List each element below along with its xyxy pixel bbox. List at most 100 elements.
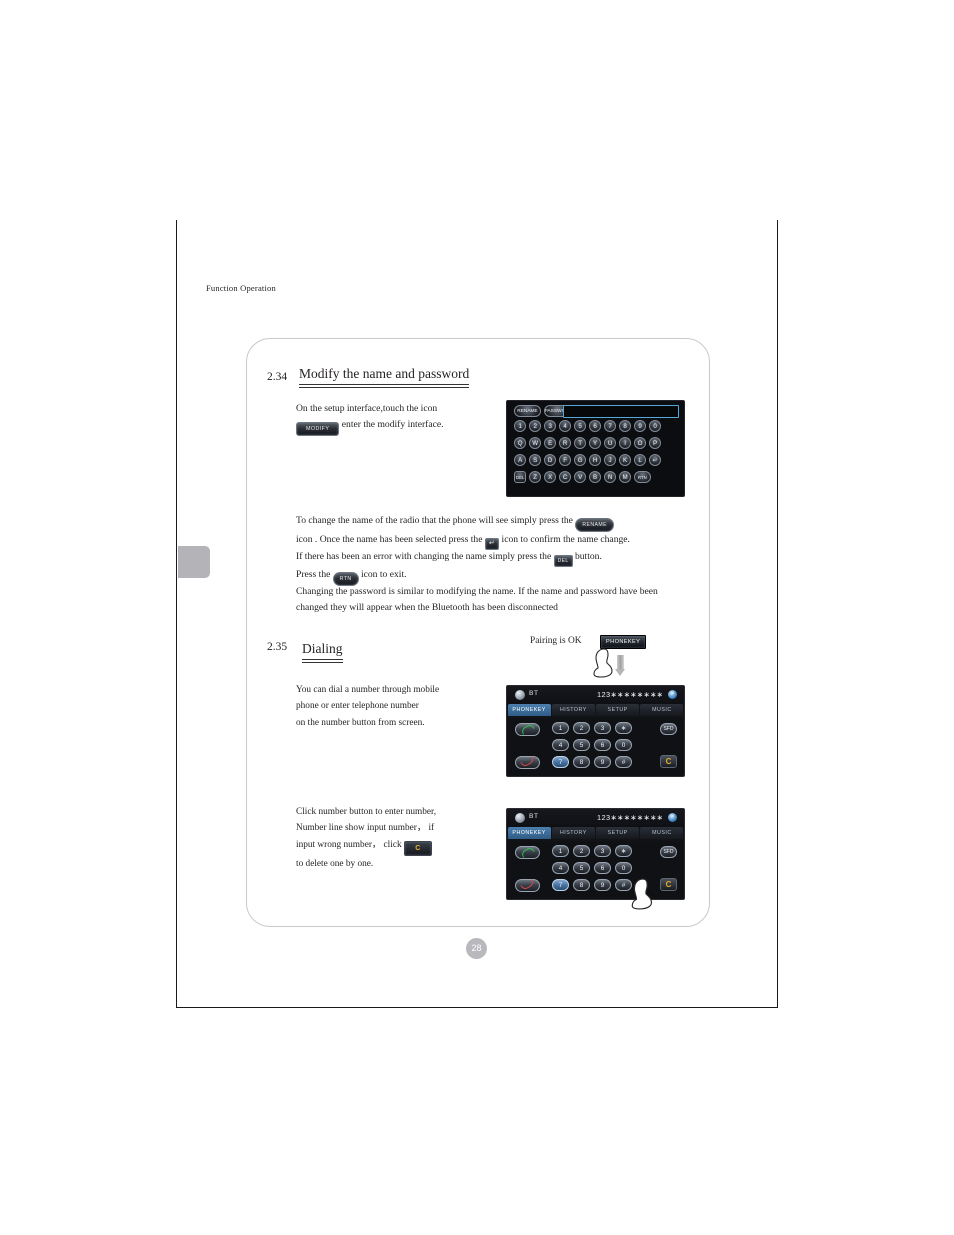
dial-key-5[interactable]: 5 xyxy=(573,739,590,751)
key-2[interactable]: 2 xyxy=(528,420,542,433)
key-p[interactable]: P xyxy=(648,437,662,450)
key-i[interactable]: I xyxy=(618,437,632,450)
key-t[interactable]: T xyxy=(573,437,587,450)
call-button-1[interactable] xyxy=(515,723,540,736)
dial-key-5-b[interactable]: 5 xyxy=(573,862,590,874)
key-c[interactable]: C xyxy=(558,471,572,484)
tab-phonekey-1[interactable]: PHONEKEY xyxy=(507,704,551,716)
close-icon-1[interactable]: × xyxy=(668,690,677,699)
dial-key-8-b[interactable]: 8 xyxy=(573,879,590,891)
key-9[interactable]: 9 xyxy=(633,420,647,433)
dial-key-2[interactable]: 2 xyxy=(573,722,590,734)
dial-key-9-b[interactable]: 9 xyxy=(594,879,611,891)
paragraph-dial-number: You can dial a number through mobile pho… xyxy=(296,682,476,731)
key-8[interactable]: 8 xyxy=(618,420,632,433)
key-j[interactable]: J xyxy=(603,454,617,467)
dial-key-1[interactable]: 1 xyxy=(552,722,569,734)
paragraph-change-name-t3: icon to confirm the name change. xyxy=(499,534,630,545)
key-k[interactable]: K xyxy=(618,454,632,467)
paragraph-dial-number-l3: on the number button from screen. xyxy=(296,717,425,728)
section-title-235-text: Dialing xyxy=(302,641,343,656)
key-u[interactable]: U xyxy=(603,437,617,450)
down-arrow-icon xyxy=(615,655,626,676)
key-rtn[interactable]: RTN xyxy=(633,471,651,484)
key-q[interactable]: Q xyxy=(514,437,527,450)
key-w[interactable]: W xyxy=(528,437,542,450)
close-icon-2[interactable]: × xyxy=(668,813,677,822)
dial-key-8[interactable]: 8 xyxy=(573,756,590,768)
key-e[interactable]: E xyxy=(543,437,557,450)
key-d[interactable]: D xyxy=(543,454,557,467)
dial-key-1-b[interactable]: 1 xyxy=(552,845,569,857)
key-h[interactable]: H xyxy=(588,454,602,467)
dial-key-hash[interactable]: # xyxy=(615,756,632,768)
key-y[interactable]: Y xyxy=(588,437,602,450)
bt-tab-bar-2: PHONEKEY HISTORY SETUP MUSIC xyxy=(507,827,684,839)
phonekey-button-callout[interactable]: PHONEKEY xyxy=(600,635,647,649)
bt-status-bar-1: BT 123∗∗∗∗∗∗∗∗ × xyxy=(507,686,684,704)
dial-key-6-b[interactable]: 6 xyxy=(594,862,611,874)
key-7[interactable]: 7 xyxy=(603,420,617,433)
tab-phonekey-2[interactable]: PHONEKEY xyxy=(507,827,551,839)
dial-key-3[interactable]: 3 xyxy=(594,722,611,734)
section-number-235: 2.35 xyxy=(267,641,288,653)
key-n[interactable]: N xyxy=(603,471,617,484)
key-3[interactable]: 3 xyxy=(543,420,557,433)
key-0[interactable]: 0 xyxy=(648,420,662,433)
key-5[interactable]: 5 xyxy=(573,420,587,433)
rename-button-inline[interactable]: RENAME xyxy=(575,518,614,532)
key-rename[interactable]: RENAME xyxy=(514,404,541,417)
dial-key-4[interactable]: 4 xyxy=(552,739,569,751)
dial-key-3-b[interactable]: 3 xyxy=(594,845,611,857)
keyboard-text-input[interactable] xyxy=(563,404,679,418)
key-b[interactable]: B xyxy=(588,471,602,484)
key-z[interactable]: Z xyxy=(528,471,542,484)
paragraph-click-number: Click number button to enter number, Num… xyxy=(296,804,486,872)
paragraph-error-del: If there has been an error with changing… xyxy=(296,549,688,586)
sfd-button-2[interactable]: SFD xyxy=(660,846,677,858)
modify-button-inline[interactable]: MODIFY xyxy=(296,421,340,436)
key-f[interactable]: F xyxy=(558,454,572,467)
key-l[interactable]: L xyxy=(633,454,647,467)
key-a[interactable]: A xyxy=(514,454,527,467)
end-call-button-2[interactable] xyxy=(515,879,540,892)
dial-key-star[interactable]: ∗ xyxy=(615,722,632,734)
dial-key-2-b[interactable]: 2 xyxy=(573,845,590,857)
clear-button-2[interactable]: C xyxy=(660,878,677,891)
paragraph-change-name: To change the name of the radio that the… xyxy=(296,513,688,550)
end-call-button-1[interactable] xyxy=(515,756,540,769)
dial-key-0-b[interactable]: 0 xyxy=(615,862,632,874)
key-x[interactable]: X xyxy=(543,471,557,484)
clear-button-inline[interactable]: C xyxy=(403,840,432,856)
tab-music-2[interactable]: MUSIC xyxy=(640,827,684,839)
key-g[interactable]: G xyxy=(573,454,587,467)
section-title-235: Dialing xyxy=(302,641,343,666)
key-4[interactable]: 4 xyxy=(558,420,572,433)
key-v[interactable]: V xyxy=(573,471,587,484)
key-1[interactable]: 1 xyxy=(514,420,527,433)
dial-key-star-b[interactable]: ∗ xyxy=(615,845,632,857)
sfd-button-1[interactable]: SFD xyxy=(660,723,677,735)
bt-dialer-screen-2: BT 123∗∗∗∗∗∗∗∗ × PHONEKEY HISTORY SETUP … xyxy=(506,808,685,900)
tab-setup-2[interactable]: SETUP xyxy=(596,827,640,839)
key-r[interactable]: R xyxy=(558,437,572,450)
del-button-inline[interactable]: DEL xyxy=(553,555,573,567)
key-s[interactable]: S xyxy=(528,454,542,467)
tab-history-2[interactable]: HISTORY xyxy=(551,827,595,839)
key-6[interactable]: 6 xyxy=(588,420,602,433)
dial-key-4-b[interactable]: 4 xyxy=(552,862,569,874)
dial-key-7[interactable]: 7 xyxy=(552,756,569,768)
key-m[interactable]: M xyxy=(618,471,632,484)
key-o[interactable]: O xyxy=(633,437,647,450)
tab-music-1[interactable]: MUSIC xyxy=(640,704,684,716)
dial-key-6[interactable]: 6 xyxy=(594,739,611,751)
dial-key-9[interactable]: 9 xyxy=(594,756,611,768)
tab-history-1[interactable]: HISTORY xyxy=(551,704,595,716)
call-button-2[interactable] xyxy=(515,846,540,859)
dial-key-7-b[interactable]: 7 xyxy=(552,879,569,891)
dial-key-0[interactable]: 0 xyxy=(615,739,632,751)
enter-key-icon[interactable]: ↵ xyxy=(648,454,662,467)
tab-setup-1[interactable]: SETUP xyxy=(596,704,640,716)
key-del[interactable]: DEL xyxy=(514,471,527,484)
clear-button-1[interactable]: C xyxy=(660,755,677,768)
